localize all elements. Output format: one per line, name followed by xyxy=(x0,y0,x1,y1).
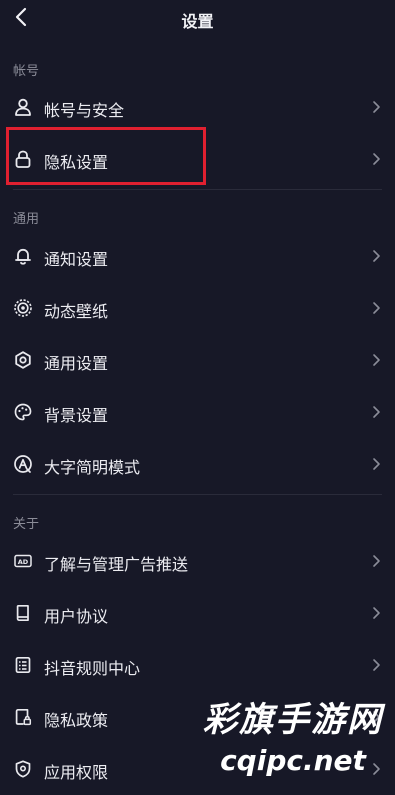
settings-item-label: 帐号与安全 xyxy=(44,101,125,120)
chevron-right-icon xyxy=(373,458,380,470)
chevron-right-icon xyxy=(373,354,380,366)
chevron-right-icon xyxy=(373,153,380,165)
chevron-right-icon xyxy=(373,607,380,619)
section-label-general: 通用 xyxy=(13,212,40,227)
shield-icon xyxy=(12,758,34,780)
settings-item-label: 大字简明模式 xyxy=(44,458,141,477)
book-icon xyxy=(12,602,34,624)
settings-item-label: 了解与管理广告推送 xyxy=(44,555,189,574)
chevron-right-icon xyxy=(373,659,380,671)
settings-item-general-settings[interactable]: 通用设置 xyxy=(0,334,395,386)
settings-item-label: 抖音规则中心 xyxy=(44,659,141,678)
settings-item-user-agreement[interactable]: 用户协议 xyxy=(0,587,395,639)
privacy-doc-icon xyxy=(12,706,34,728)
settings-item-ad-management[interactable]: AD 了解与管理广告推送 xyxy=(0,535,395,587)
watermark-url: cqipc.net xyxy=(220,744,366,777)
settings-item-label: 背景设置 xyxy=(44,406,109,425)
settings-item-live-wallpaper[interactable]: 动态壁纸 xyxy=(0,282,395,334)
settings-item-notifications[interactable]: 通知设置 xyxy=(0,230,395,282)
bell-icon xyxy=(12,245,34,267)
section-label-about: 关于 xyxy=(13,517,40,532)
settings-item-label: 通用设置 xyxy=(44,354,109,373)
svg-text:AD: AD xyxy=(18,558,29,566)
settings-item-background[interactable]: 背景设置 xyxy=(0,386,395,438)
watermark-title: 彩旗手游网 xyxy=(203,700,383,740)
rules-icon xyxy=(12,654,34,676)
settings-item-account-security[interactable]: 帐号与安全 xyxy=(0,81,395,133)
divider xyxy=(13,494,382,495)
palette-icon xyxy=(12,401,34,423)
divider xyxy=(13,189,382,190)
wallpaper-icon xyxy=(12,297,34,319)
settings-item-label: 用户协议 xyxy=(44,607,109,626)
settings-item-rules-center[interactable]: 抖音规则中心 xyxy=(0,639,395,691)
settings-item-label: 应用权限 xyxy=(44,763,109,782)
header-bar: 设置 xyxy=(0,0,395,36)
settings-item-label: 动态壁纸 xyxy=(44,302,109,321)
ad-icon: AD xyxy=(12,550,34,572)
chevron-right-icon xyxy=(373,302,380,314)
page-title: 设置 xyxy=(181,12,214,31)
highlight-box xyxy=(6,127,206,185)
chevron-right-icon xyxy=(373,555,380,567)
settings-item-label: 通知设置 xyxy=(44,250,109,269)
gear-icon xyxy=(12,349,34,371)
settings-item-large-text-mode[interactable]: 大字简明模式 xyxy=(0,438,395,490)
section-label-account: 帐号 xyxy=(13,64,40,79)
chevron-right-icon xyxy=(373,101,380,113)
chevron-right-icon xyxy=(373,250,380,262)
large-text-icon xyxy=(12,453,34,475)
chevron-right-icon xyxy=(373,406,380,418)
person-icon xyxy=(12,96,34,118)
settings-item-label: 隐私政策 xyxy=(44,711,109,730)
watermark: 彩旗手游网 cqipc.net xyxy=(203,700,383,778)
